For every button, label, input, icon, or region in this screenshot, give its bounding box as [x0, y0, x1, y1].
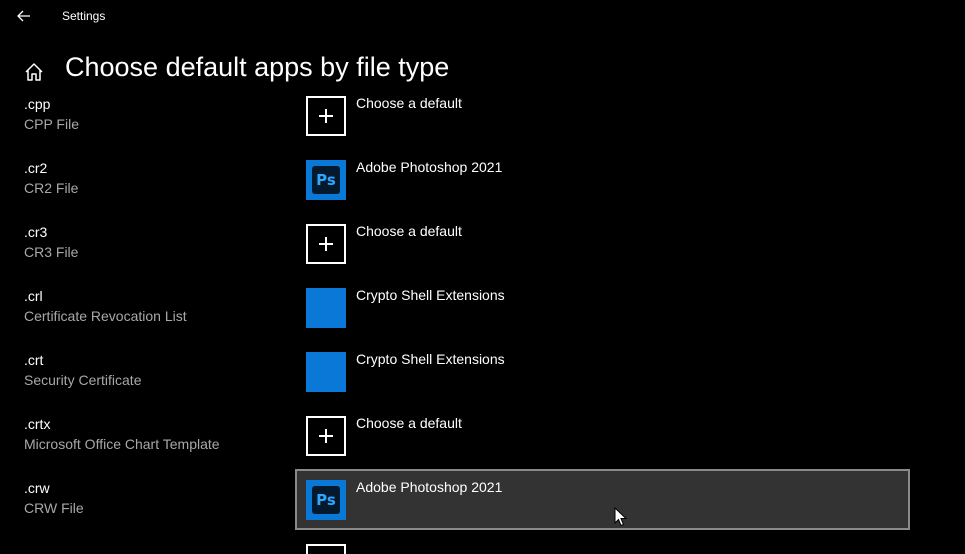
plus-icon — [306, 96, 346, 136]
back-button[interactable] — [8, 0, 40, 32]
default-app-button[interactable]: Ps Adobe Photoshop 2021 — [295, 469, 910, 530]
file-extension: .cr2 — [24, 160, 48, 176]
file-type-description: CPP File — [24, 116, 79, 132]
crypto-shell-icon — [306, 352, 346, 392]
file-type-row: .crw CRW File Ps Adobe Photoshop 2021 — [0, 469, 965, 542]
file-extension: .crt — [24, 352, 44, 368]
default-app-name: Adobe Photoshop 2021 — [356, 479, 503, 495]
default-app-name: Crypto Shell Extensions — [356, 351, 505, 367]
photoshop-icon: Ps — [306, 160, 346, 200]
default-app-name: Choose a default — [356, 415, 462, 431]
default-app-name: Choose a default — [356, 223, 462, 239]
plus-icon — [306, 416, 346, 456]
window-title: Settings — [62, 9, 106, 23]
default-app-button[interactable]: Choose a default — [295, 213, 910, 274]
home-icon — [25, 63, 43, 81]
title-bar: Settings — [0, 0, 965, 32]
page-title: Choose default apps by file type — [65, 52, 450, 82]
file-extension: .cr3 — [24, 224, 48, 240]
plus-icon — [306, 224, 346, 264]
default-app-name: Choose a default — [356, 95, 462, 111]
file-extension: .crtx — [24, 416, 51, 432]
file-type-description: CR2 File — [24, 180, 79, 196]
default-app-button[interactable]: Choose a default — [295, 85, 910, 146]
mouse-cursor-icon — [614, 507, 628, 527]
file-extension: .crw — [24, 480, 50, 496]
file-extension: .crl — [24, 288, 43, 304]
file-extension: .cpp — [24, 96, 51, 112]
back-arrow-icon — [17, 10, 30, 22]
default-app-button[interactable]: Crypto Shell Extensions — [295, 277, 910, 338]
photoshop-icon: Ps — [306, 480, 346, 520]
file-type-description: Microsoft Office Chart Template — [24, 436, 220, 452]
file-type-description: Security Certificate — [24, 372, 142, 388]
next-row-app-icon[interactable] — [306, 544, 346, 554]
file-type-description: CR3 File — [24, 244, 79, 260]
default-app-button[interactable]: Crypto Shell Extensions — [295, 341, 910, 402]
file-type-description: CRW File — [24, 500, 84, 516]
default-app-button[interactable]: Choose a default — [295, 405, 910, 466]
file-type-description: Certificate Revocation List — [24, 308, 187, 324]
default-app-name: Crypto Shell Extensions — [356, 287, 505, 303]
home-button[interactable] — [20, 58, 48, 86]
default-app-button[interactable]: Ps Adobe Photoshop 2021 — [295, 149, 910, 210]
default-app-name: Adobe Photoshop 2021 — [356, 159, 503, 175]
crypto-shell-icon — [306, 288, 346, 328]
